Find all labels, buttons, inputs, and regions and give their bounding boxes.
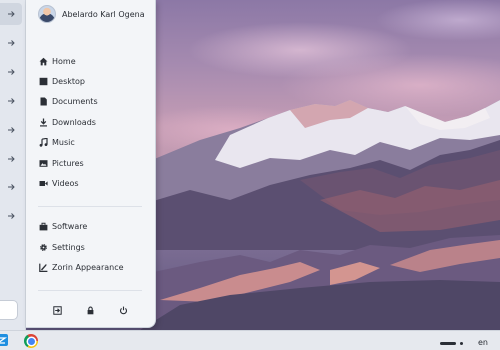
avatar [38, 5, 56, 23]
chevron-right-icon[interactable] [0, 61, 22, 83]
network-indicator[interactable] [440, 342, 456, 345]
zorin-menu-button[interactable] [0, 332, 9, 350]
menu-item-label: Documents [52, 96, 98, 106]
menu-item-desktop[interactable]: Desktop [38, 74, 148, 88]
chrome-button[interactable] [24, 334, 38, 348]
divider [38, 206, 142, 207]
gear-icon [38, 242, 48, 252]
menu-item-label: Settings [52, 242, 85, 252]
session-controls [26, 302, 156, 316]
status-indicator[interactable] [460, 342, 463, 345]
menu-item-label: Software [52, 221, 88, 231]
chevron-right-icon[interactable] [0, 205, 22, 227]
user-account-button[interactable]: Abelardo Karl Ogena [38, 4, 145, 24]
user-name: Abelardo Karl Ogena [62, 9, 145, 19]
menu-item-label: Videos [52, 178, 79, 188]
menu-item-settings[interactable]: Settings [38, 240, 148, 254]
pictures-icon [38, 158, 48, 168]
dock-search-field[interactable] [0, 300, 18, 320]
video-icon [38, 178, 48, 188]
menu-item-music[interactable]: Music [38, 135, 148, 149]
power-button[interactable] [116, 302, 130, 316]
chrome-icon [24, 334, 38, 348]
chevron-right-icon[interactable] [0, 148, 22, 170]
menu-item-home[interactable]: Home [38, 54, 148, 68]
menu-item-label: Home [52, 56, 76, 66]
chevron-right-icon[interactable] [0, 3, 22, 25]
software-icon [38, 221, 48, 231]
home-icon [38, 56, 48, 66]
lock-icon [86, 300, 95, 319]
menu-item-label: Music [52, 137, 75, 147]
chevron-right-icon[interactable] [0, 176, 22, 198]
chevron-right-icon[interactable] [0, 90, 22, 112]
logout-icon [52, 300, 62, 319]
chevron-right-icon[interactable] [0, 119, 22, 141]
logout-button[interactable] [50, 302, 64, 316]
keyboard-language[interactable]: en [478, 338, 488, 347]
divider [38, 290, 142, 291]
appearance-icon [38, 262, 48, 272]
download-icon [38, 117, 48, 127]
zorin-menu-icon [0, 332, 9, 350]
chevron-right-icon[interactable] [0, 32, 22, 54]
start-menu: Abelardo Karl Ogena Home Desktop Documen… [26, 0, 156, 328]
menu-item-software[interactable]: Software [38, 219, 148, 233]
document-icon [38, 96, 48, 106]
power-icon [119, 300, 128, 319]
menu-item-pictures[interactable]: Pictures [38, 156, 148, 170]
music-icon [38, 137, 48, 147]
menu-item-label: Zorin Appearance [52, 262, 124, 272]
menu-item-videos[interactable]: Videos [38, 176, 148, 190]
taskbar [0, 330, 500, 350]
lock-button[interactable] [83, 302, 97, 316]
menu-item-zorin-appearance[interactable]: Zorin Appearance [38, 260, 148, 274]
menu-item-downloads[interactable]: Downloads [38, 115, 148, 129]
dock [0, 0, 26, 330]
menu-item-label: Desktop [52, 76, 85, 86]
menu-item-label: Pictures [52, 158, 84, 168]
menu-item-documents[interactable]: Documents [38, 94, 148, 108]
menu-item-label: Downloads [52, 117, 96, 127]
desktop-icon [38, 76, 48, 86]
